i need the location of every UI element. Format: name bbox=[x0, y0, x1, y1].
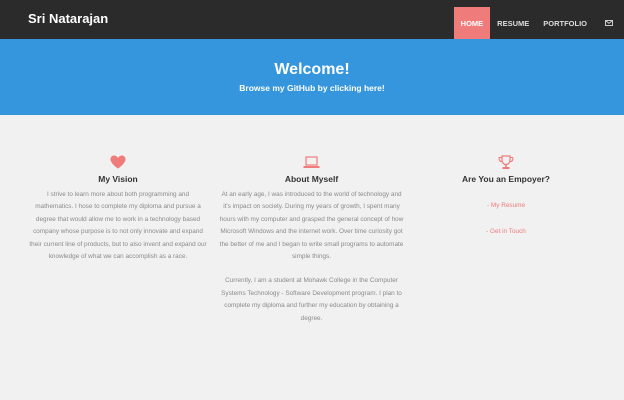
about-title: About Myself bbox=[284, 174, 339, 184]
nav-portfolio[interactable]: PORTFOLIO bbox=[536, 7, 594, 39]
vision-title: My Vision bbox=[98, 174, 138, 184]
trophy-icon bbox=[420, 152, 592, 172]
nav-menu: HOME RESUME PORTFOLIO bbox=[453, 0, 624, 39]
github-link[interactable]: Browse my GitHub by clicking here! bbox=[0, 83, 624, 93]
welcome-title: Welcome! bbox=[274, 61, 350, 78]
my-resume-link[interactable]: - My Resume bbox=[420, 202, 592, 209]
nav-resume[interactable]: RESUME bbox=[490, 7, 536, 39]
nav-contact[interactable] bbox=[594, 7, 624, 39]
vision-column: My Vision I strive to learn more about b… bbox=[28, 152, 208, 263]
envelope-icon bbox=[605, 20, 613, 26]
about-paragraph-1: At an early age, I was introduced to the… bbox=[219, 191, 404, 261]
nav-home[interactable]: HOME bbox=[453, 7, 491, 39]
employer-title: Are You an Empoyer? bbox=[461, 174, 550, 184]
welcome-banner: Welcome! Browse my GitHub by clicking he… bbox=[0, 39, 624, 115]
about-column: About Myself At an early age, I was intr… bbox=[218, 152, 405, 325]
vision-text: I strive to learn more about both progra… bbox=[29, 191, 207, 261]
navbar: Sri Natarajan HOME RESUME PORTFOLIO bbox=[0, 0, 624, 39]
about-paragraph-2: Currently, I am a student at Mohawk Coll… bbox=[221, 277, 402, 322]
heart-icon bbox=[28, 152, 208, 172]
brand-name[interactable]: Sri Natarajan bbox=[28, 11, 108, 26]
laptop-icon bbox=[218, 152, 405, 172]
employer-column: Are You an Empoyer? - My Resume - Get in… bbox=[420, 152, 592, 235]
get-in-touch-link[interactable]: - Get in Touch bbox=[420, 228, 592, 235]
